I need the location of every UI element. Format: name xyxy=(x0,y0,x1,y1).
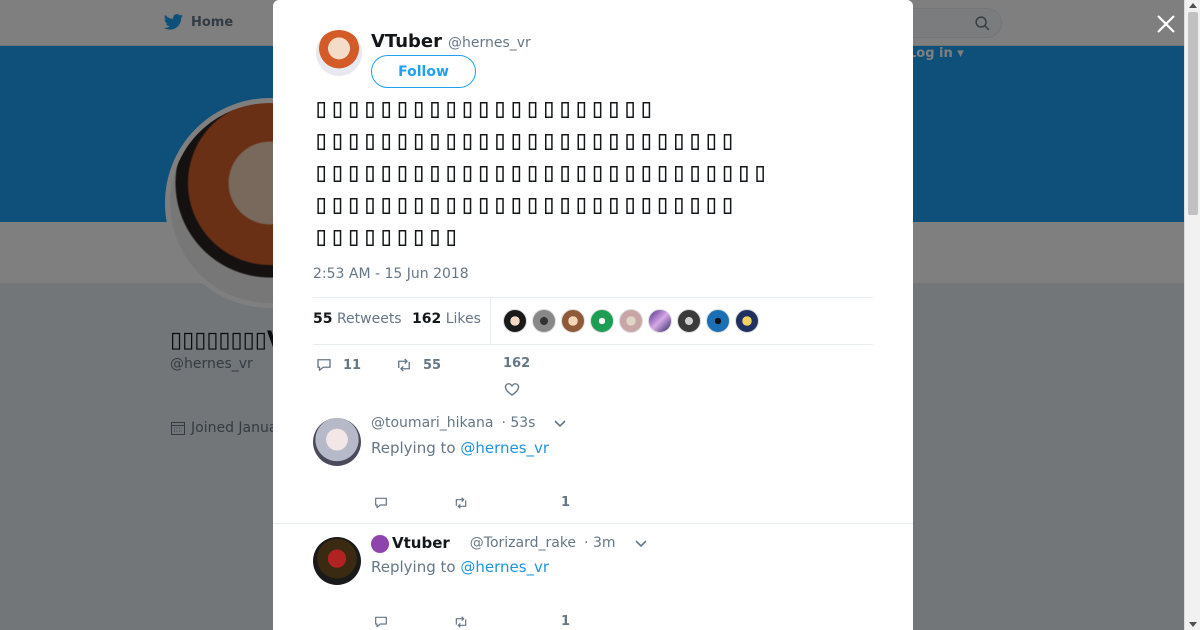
scroll-down-icon[interactable] xyxy=(1189,622,1197,627)
replying-to-link[interactable]: @hernes_vr xyxy=(460,439,549,457)
replying-to: Replying to @hernes_vr xyxy=(371,439,549,457)
tweet-text: ▯▯▯▯▯▯▯▯▯▯▯▯▯▯▯▯▯▯▯▯▯ ▯▯▯▯▯▯▯▯▯▯▯▯▯▯▯▯▯▯… xyxy=(313,93,769,252)
reply-actions: 1 xyxy=(371,495,771,515)
reply-icon xyxy=(375,616,387,628)
replying-prefix: Replying to xyxy=(371,558,461,576)
liker-avatar[interactable] xyxy=(619,309,643,333)
tweet-actions: 11 55 162 xyxy=(313,356,873,400)
reply-action[interactable]: 11 xyxy=(315,356,361,374)
reply-actions: 1 xyxy=(371,614,771,630)
reply-like-count: 1 xyxy=(561,495,571,510)
devil-emoji-icon xyxy=(371,535,389,553)
replying-to: Replying to @hernes_vr xyxy=(371,558,549,576)
reply-retweet-action[interactable] xyxy=(453,495,469,511)
reply-handle[interactable]: @toumari_hikana xyxy=(371,415,493,431)
tweet-timestamp[interactable]: 2:53 AM - 15 Jun 2018 xyxy=(313,266,469,282)
likes-count: 162 xyxy=(412,311,442,327)
retweets-stat[interactable]: 55 Retweets xyxy=(313,311,402,327)
tweet-author-name[interactable]: VTuber xyxy=(371,31,442,52)
scroll-up-icon[interactable] xyxy=(1189,3,1197,8)
reply-icon xyxy=(375,497,387,509)
reply-time[interactable]: · 53s xyxy=(501,415,535,431)
stats-divider xyxy=(490,298,491,344)
chevron-down-icon[interactable] xyxy=(553,416,567,430)
reply-like-action[interactable]: 1 xyxy=(561,495,570,510)
retweets-label: Retweets xyxy=(336,311,402,327)
liker-avatar[interactable] xyxy=(677,309,701,333)
reply-reply-action[interactable] xyxy=(373,614,389,630)
retweet-action[interactable]: 55 xyxy=(395,356,441,374)
liker-avatar[interactable] xyxy=(735,309,759,333)
reply-handle[interactable]: @Torizard_rake xyxy=(470,535,576,551)
likes-label: Likes xyxy=(445,311,481,327)
liker-avatar[interactable] xyxy=(532,309,556,333)
reply-reply-action[interactable] xyxy=(373,495,389,511)
liker-avatar[interactable] xyxy=(503,309,527,333)
retweets-count: 55 xyxy=(313,311,333,327)
like-count: 162 xyxy=(503,356,531,371)
tweet-author-avatar[interactable] xyxy=(316,30,362,76)
retweet-icon xyxy=(455,616,467,628)
page-scrollbar[interactable] xyxy=(1184,0,1200,630)
tweet-author-handle[interactable]: @hernes_vr xyxy=(448,35,531,51)
replying-prefix: Replying to xyxy=(371,439,461,457)
like-action[interactable]: 162 xyxy=(503,356,531,396)
reply-avatar[interactable] xyxy=(313,537,361,585)
liker-avatar[interactable] xyxy=(706,309,730,333)
reply-author-name[interactable]: Vtuber xyxy=(392,534,450,552)
close-button[interactable] xyxy=(1154,12,1178,36)
tweet-modal: VTuber @hernes_vr Follow ▯▯▯▯▯▯▯▯▯▯▯▯▯▯▯… xyxy=(273,0,913,630)
retweet-icon xyxy=(455,497,467,509)
follow-button[interactable]: Follow xyxy=(371,55,476,88)
reply-like-count: 1 xyxy=(561,614,571,629)
reply-retweet-action[interactable] xyxy=(453,614,469,630)
reply-count: 11 xyxy=(343,357,362,373)
liker-avatars xyxy=(503,309,759,333)
reply-avatar[interactable] xyxy=(313,418,361,466)
chevron-down-icon[interactable] xyxy=(634,536,648,550)
likes-stat[interactable]: 162 Likes xyxy=(412,311,481,327)
reply-icon xyxy=(317,359,331,371)
liker-avatar[interactable] xyxy=(648,309,672,333)
replying-to-link[interactable]: @hernes_vr xyxy=(460,558,549,576)
retweet-count: 55 xyxy=(423,357,442,373)
reply-header: Vtuber @Torizard_rake · 3m xyxy=(371,534,648,553)
close-icon xyxy=(1157,15,1175,33)
reply-item[interactable]: @toumari_hikana · 53s Replying to @herne… xyxy=(273,405,913,523)
liker-avatar[interactable] xyxy=(561,309,585,333)
retweet-icon xyxy=(398,358,410,372)
scrollbar-thumb[interactable] xyxy=(1188,12,1198,215)
tweet-stats: 55 Retweets 162 Likes xyxy=(313,297,873,345)
reply-header: @toumari_hikana · 53s xyxy=(371,415,567,431)
liker-avatar[interactable] xyxy=(590,309,614,333)
reply-like-action[interactable]: 1 xyxy=(561,614,570,629)
reply-time[interactable]: · 3m xyxy=(584,535,615,551)
heart-icon xyxy=(504,383,520,396)
reply-item[interactable]: Vtuber @Torizard_rake · 3m Replying to @… xyxy=(273,523,913,630)
